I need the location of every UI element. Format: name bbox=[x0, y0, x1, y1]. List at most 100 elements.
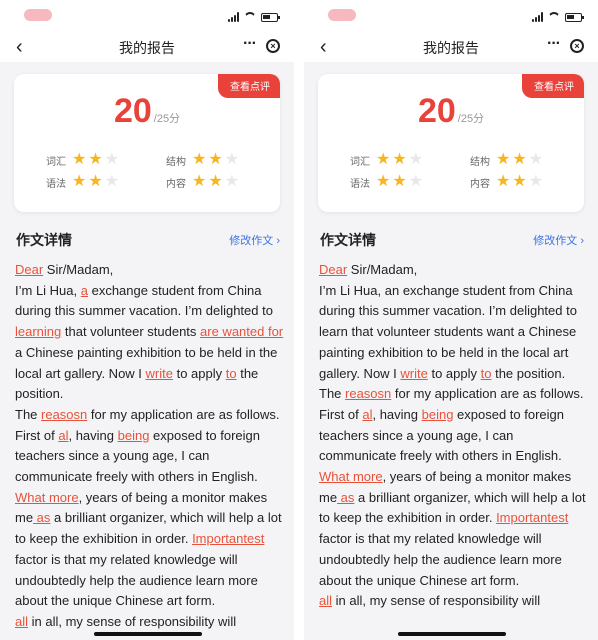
dim-label-grammar: 语法 bbox=[46, 178, 66, 190]
edit-essay-link[interactable]: 修改作文 › bbox=[229, 232, 280, 248]
essay-segment: Sir/Madam, bbox=[347, 262, 418, 277]
error-highlight[interactable]: Dear bbox=[319, 262, 347, 277]
battery-icon bbox=[261, 13, 280, 22]
error-highlight[interactable]: reasosn bbox=[345, 386, 391, 401]
status-bar bbox=[0, 0, 294, 34]
essay-segment: factor is that my related knowledge will… bbox=[319, 531, 562, 588]
phone-screen-left: ‹ 我的报告 ··· × 查看点评 20/25分 词汇 ★ ★ ★ 结构 ★ ★ ★ 语法 ★… bbox=[0, 0, 294, 640]
error-highlight[interactable]: What more bbox=[15, 490, 79, 505]
star-rating-vocab: ★ ★ ★ bbox=[376, 151, 423, 169]
score-total: /25分 bbox=[457, 113, 485, 125]
essay-segment: to apply bbox=[427, 365, 481, 381]
star-icon: ★ bbox=[104, 151, 120, 168]
error-highlight[interactable]: to bbox=[481, 366, 492, 381]
dim-label-content: 内容 bbox=[166, 178, 186, 190]
essay-segment: , having bbox=[68, 427, 118, 443]
star-icon: ★ bbox=[512, 151, 527, 168]
error-highlight[interactable]: as bbox=[33, 510, 51, 525]
error-highlight[interactable]: to bbox=[226, 366, 237, 381]
star-rating-structure: ★ ★ ★ bbox=[192, 151, 239, 169]
essay-segment: I’m Li Hua, bbox=[15, 282, 81, 298]
nav-bar: ‹ 我的报告 ··· × bbox=[0, 34, 294, 62]
error-highlight[interactable]: learning bbox=[15, 324, 61, 339]
star-icon: ★ bbox=[376, 151, 391, 168]
edit-essay-label: 修改作文 bbox=[229, 235, 274, 247]
score-value: 20 bbox=[113, 92, 152, 130]
error-highlight[interactable]: al bbox=[58, 428, 68, 443]
edit-essay-link[interactable]: 修改作文 › bbox=[533, 232, 584, 248]
error-highlight[interactable]: reasosn bbox=[41, 407, 87, 422]
dim-label-content: 内容 bbox=[470, 178, 490, 190]
status-bar bbox=[304, 0, 598, 34]
essay-segment: the position. bbox=[491, 365, 566, 381]
section-title: 作文详情 bbox=[320, 232, 376, 248]
star-icon: ★ bbox=[224, 173, 240, 190]
error-highlight[interactable]: all bbox=[15, 614, 28, 629]
error-highlight[interactable]: write bbox=[146, 366, 173, 381]
star-icon: ★ bbox=[192, 173, 207, 190]
error-highlight[interactable]: a bbox=[81, 283, 88, 298]
close-icon[interactable]: × bbox=[266, 39, 280, 53]
status-pill bbox=[328, 9, 356, 21]
star-icon: ★ bbox=[528, 173, 544, 190]
dim-label-grammar: 语法 bbox=[350, 178, 370, 190]
error-highlight[interactable]: Importantest bbox=[496, 510, 568, 525]
section-title: 作文详情 bbox=[16, 232, 72, 248]
home-indicator bbox=[398, 632, 506, 636]
wifi-icon bbox=[548, 12, 560, 22]
star-icon: ★ bbox=[88, 173, 103, 190]
wifi-icon bbox=[244, 12, 256, 22]
dim-label-structure: 结构 bbox=[166, 156, 186, 168]
error-highlight[interactable]: being bbox=[118, 428, 150, 443]
star-icon: ★ bbox=[104, 173, 120, 190]
star-icon: ★ bbox=[392, 151, 407, 168]
error-highlight[interactable]: all bbox=[319, 593, 332, 608]
essay-segment: The bbox=[15, 406, 42, 422]
error-highlight[interactable]: Importantest bbox=[192, 531, 264, 546]
star-rating-content: ★ ★ ★ bbox=[192, 173, 239, 191]
star-icon: ★ bbox=[208, 151, 223, 168]
status-pill bbox=[24, 9, 52, 21]
star-icon: ★ bbox=[192, 151, 207, 168]
star-rating-grammar: ★ ★ ★ bbox=[376, 173, 423, 191]
close-icon[interactable]: × bbox=[570, 39, 584, 53]
star-icon: ★ bbox=[496, 151, 511, 168]
error-highlight[interactable]: write bbox=[400, 366, 427, 381]
essay-segment: factor is that my related knowledge will… bbox=[15, 551, 258, 609]
star-rating-structure: ★ ★ ★ bbox=[496, 151, 543, 169]
score-card: 查看点评 20/25分 词汇 ★ ★ ★ 结构 ★ ★ ★ 语法 ★ ★ ★ 内容 ★ ★ ★ bbox=[318, 74, 584, 212]
error-highlight[interactable]: Dear bbox=[15, 262, 43, 277]
dim-label-structure: 结构 bbox=[470, 156, 490, 168]
star-rating-grammar: ★ ★ ★ bbox=[72, 173, 119, 191]
star-icon: ★ bbox=[392, 173, 407, 190]
error-highlight[interactable]: being bbox=[422, 407, 454, 422]
star-icon: ★ bbox=[224, 151, 240, 168]
error-highlight[interactable]: are wanted for bbox=[200, 324, 283, 339]
home-indicator bbox=[94, 632, 202, 636]
nav-bar: ‹ 我的报告 ··· × bbox=[304, 34, 598, 62]
more-icon[interactable]: ··· bbox=[243, 35, 257, 53]
essay-segment: in all, my sense of responsibility will bbox=[28, 613, 237, 629]
score-total: /25分 bbox=[153, 113, 181, 125]
score-card: 查看点评 20/25分 词汇 ★ ★ ★ 结构 ★ ★ ★ 语法 ★ ★ ★ 内容 ★ ★ ★ bbox=[14, 74, 280, 212]
star-icon: ★ bbox=[512, 173, 527, 190]
edit-essay-label: 修改作文 bbox=[533, 235, 578, 247]
essay-segment: that volunteer students bbox=[61, 324, 201, 340]
more-icon[interactable]: ··· bbox=[547, 35, 561, 53]
star-icon: ★ bbox=[496, 173, 511, 190]
signal-icon bbox=[532, 12, 543, 22]
phone-screen-right: ‹ 我的报告 ··· × 查看点评 20/25分 词汇 ★ ★ ★ 结构 ★ ★ ★ 语法 ★… bbox=[304, 0, 598, 640]
chevron-right-icon: › bbox=[580, 235, 584, 247]
essay-segment: in all, my sense of responsibility will bbox=[332, 593, 541, 609]
star-rating-vocab: ★ ★ ★ bbox=[72, 151, 119, 169]
dim-label-vocab: 词汇 bbox=[46, 156, 66, 168]
essay-text: Dear Sir/Madam, I’m Li Hua, an exchange s… bbox=[319, 260, 589, 612]
essay-segment: to apply bbox=[172, 365, 226, 381]
essay-section-header: 作文详情 修改作文 › bbox=[318, 228, 584, 250]
star-icon: ★ bbox=[528, 151, 544, 168]
error-highlight[interactable]: al bbox=[362, 407, 372, 422]
error-highlight[interactable]: as bbox=[337, 490, 355, 505]
star-icon: ★ bbox=[72, 151, 87, 168]
error-highlight[interactable]: What more bbox=[319, 469, 383, 484]
star-icon: ★ bbox=[408, 173, 424, 190]
